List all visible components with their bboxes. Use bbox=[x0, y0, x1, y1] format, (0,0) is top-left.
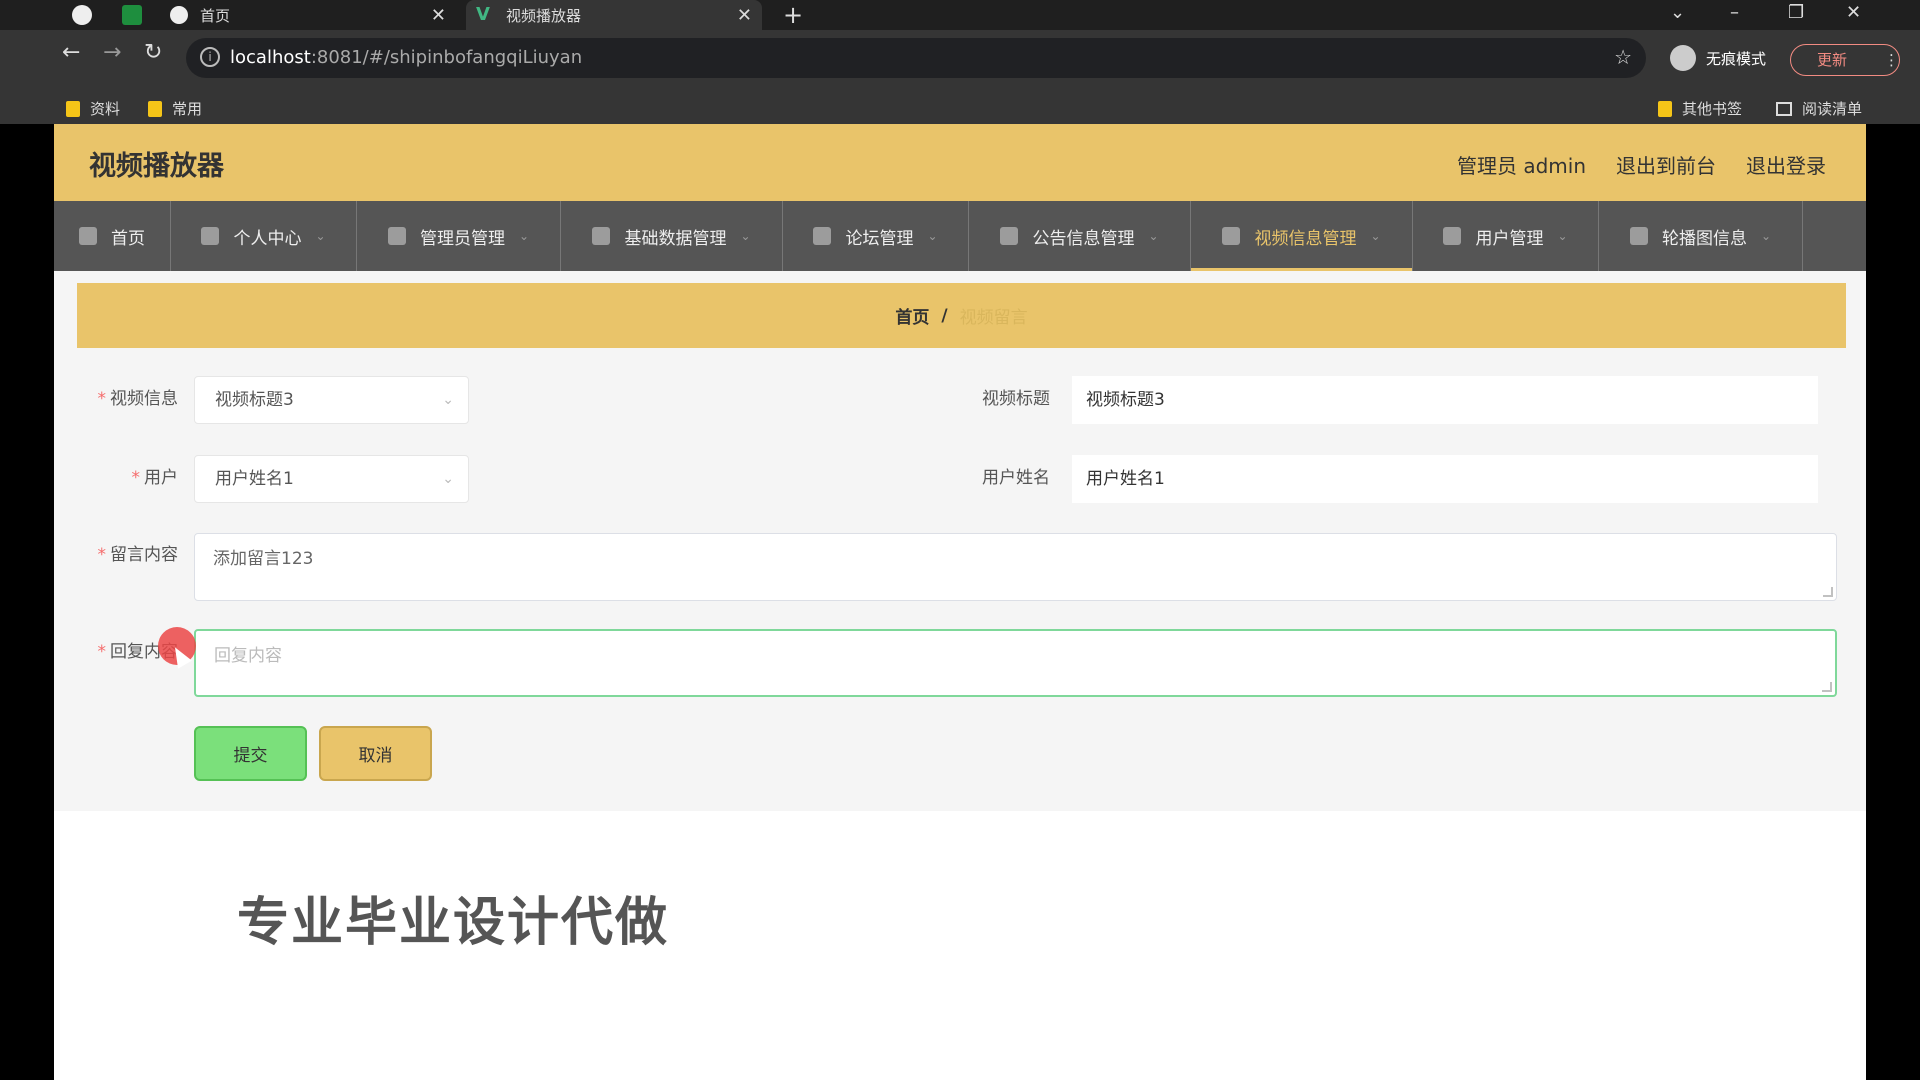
tab-search-icon[interactable]: ⌄ bbox=[1670, 2, 1685, 23]
reload-icon[interactable]: ↻ bbox=[144, 40, 162, 65]
browser-address-bar: ← → ↻ i localhost:8081/#/shipinbofangqiL… bbox=[0, 30, 1920, 90]
folder-icon bbox=[1658, 100, 1672, 117]
tab-video-player[interactable]: V 视频播放器 ✕ bbox=[466, 0, 762, 30]
tab-video-player-title: 视频播放器 bbox=[506, 6, 582, 25]
chevron-down-icon: ⌄ bbox=[740, 229, 751, 243]
restore-icon[interactable]: ❐ bbox=[1788, 2, 1804, 23]
user-name-field[interactable]: 用户姓名1 bbox=[1072, 455, 1818, 503]
url-input[interactable]: i localhost:8081/#/shipinbofangqiLiuyan … bbox=[186, 38, 1646, 78]
back-icon[interactable]: ← bbox=[62, 40, 80, 65]
video-info-label: * 视频信息 bbox=[97, 389, 179, 409]
menu-item-home[interactable]: 首页 bbox=[54, 201, 171, 271]
cancel-button[interactable]: 取消 bbox=[319, 726, 432, 781]
content-area: 首页 / 视频留言 * 视频信息 视频标题3 ⌄ 视频标题 视频标题3 * 用户 用… bbox=[54, 271, 1866, 811]
chevron-down-icon: ⌄ bbox=[442, 392, 454, 408]
app-header: 视频播放器 管理员 admin 退出到前台 退出登录 bbox=[54, 124, 1866, 201]
incognito-indicator[interactable]: 无痕模式 bbox=[1670, 45, 1766, 71]
menu-item-carousel[interactable]: 轮播图信息 ⌄ bbox=[1599, 201, 1803, 271]
reading-list[interactable]: 阅读清单 bbox=[1776, 98, 1862, 119]
message-textarea[interactable]: 添加留言123 bbox=[194, 533, 1837, 601]
menu-item-videos[interactable]: 视频信息管理 ⌄ bbox=[1191, 201, 1413, 271]
mic-icon bbox=[813, 227, 832, 245]
resize-grip-icon[interactable] bbox=[1823, 587, 1833, 597]
chevron-down-icon: ⌄ bbox=[518, 229, 530, 243]
chevron-down-icon: ⌄ bbox=[1370, 229, 1381, 243]
grid-icon bbox=[592, 227, 611, 245]
video-title-label: 视频标题 bbox=[982, 389, 1050, 409]
update-button[interactable]: 更新 ⋮ bbox=[1790, 44, 1900, 76]
folder-icon bbox=[148, 100, 162, 117]
video-info-select[interactable]: 视频标题3 ⌄ bbox=[194, 376, 469, 424]
header-links: 管理员 admin 退出到前台 退出登录 bbox=[1457, 150, 1826, 179]
globe-icon bbox=[170, 6, 188, 24]
chevron-down-icon: ⌄ bbox=[1557, 229, 1568, 243]
user-name-label: 用户姓名 bbox=[982, 468, 1050, 488]
admin-user-label: 管理员 admin bbox=[1456, 154, 1586, 178]
close-icon[interactable]: ✕ bbox=[431, 5, 446, 26]
frame-icon bbox=[1000, 227, 1019, 245]
incognito-label: 无痕模式 bbox=[1706, 49, 1767, 68]
logout-link[interactable]: 退出登录 bbox=[1746, 150, 1826, 179]
back-to-frontend-link[interactable]: 退出到前台 bbox=[1616, 150, 1716, 179]
browser-tab-bar: 首页 ✕ V 视频播放器 ✕ + ⌄ – ❐ ✕ bbox=[0, 0, 1920, 30]
briefcase-icon bbox=[1443, 227, 1462, 245]
close-icon[interactable]: ✕ bbox=[737, 5, 752, 26]
chevron-down-icon: ⌄ bbox=[315, 229, 326, 243]
user-icon bbox=[201, 227, 220, 245]
resize-grip-icon[interactable] bbox=[1822, 682, 1832, 692]
menu-item-admins[interactable]: 管理员管理 ⌄ bbox=[357, 201, 561, 271]
main-menu: 首页 个人中心 ⌄ 管理员管理 ⌄ 基础数据管理 ⌄ 论坛管理 ⌄ 公告信息管理… bbox=[54, 201, 1866, 271]
breadcrumb-current: 视频留言 bbox=[959, 308, 1028, 328]
reading-list-icon bbox=[1776, 101, 1792, 116]
tab-home[interactable]: 首页 ✕ bbox=[160, 0, 456, 30]
user-label: * 用户 bbox=[131, 468, 179, 488]
incognito-icon bbox=[1670, 45, 1696, 71]
chevron-down-icon: ⌄ bbox=[1148, 229, 1159, 243]
forward-icon[interactable]: → bbox=[103, 40, 121, 65]
video-title-field[interactable]: 视频标题3 bbox=[1072, 376, 1818, 424]
watermark-text: 专业毕业设计代做 bbox=[237, 893, 670, 953]
browser-app-icon[interactable] bbox=[72, 5, 92, 25]
url-text: localhost:8081/#/shipinbofangqiLiuyan bbox=[230, 47, 583, 68]
home-icon bbox=[79, 227, 97, 245]
bookmark-star-icon[interactable]: ☆ bbox=[1614, 45, 1632, 69]
chevron-down-icon: ⌄ bbox=[927, 229, 938, 243]
breadcrumb-separator: / bbox=[941, 305, 948, 326]
bookmarks-bar: 资料 常用 其他书签 阅读清单 bbox=[0, 90, 1920, 124]
tab-home-title: 首页 bbox=[200, 6, 231, 25]
submit-button[interactable]: 提交 bbox=[194, 726, 307, 781]
menu-item-users[interactable]: 用户管理 ⌄ bbox=[1413, 201, 1599, 271]
clock-icon bbox=[1629, 227, 1648, 245]
doc-icon bbox=[387, 227, 406, 245]
bookmark-folder-ziliao[interactable]: 资料 bbox=[66, 98, 120, 119]
sheets-tab-icon[interactable] bbox=[122, 5, 142, 25]
info-icon[interactable]: i bbox=[200, 47, 220, 67]
bookmark-folder-other[interactable]: 其他书签 bbox=[1658, 98, 1742, 119]
menu-item-notices[interactable]: 公告信息管理 ⌄ bbox=[969, 201, 1191, 271]
menu-item-profile[interactable]: 个人中心 ⌄ bbox=[171, 201, 357, 271]
folder-icon bbox=[66, 100, 80, 117]
menu-item-forum[interactable]: 论坛管理 ⌄ bbox=[783, 201, 969, 271]
page-viewport: 视频播放器 管理员 admin 退出到前台 退出登录 首页 个人中心 ⌄ 管理员… bbox=[54, 124, 1866, 1080]
minimize-icon[interactable]: – bbox=[1730, 2, 1739, 23]
chevron-down-icon: ⌄ bbox=[1760, 229, 1772, 243]
breadcrumb: 首页 / 视频留言 bbox=[77, 283, 1846, 348]
chevron-down-icon: ⌄ bbox=[442, 471, 454, 487]
app-title: 视频播放器 bbox=[89, 151, 224, 182]
new-tab-icon[interactable]: + bbox=[783, 1, 803, 29]
breadcrumb-home[interactable]: 首页 bbox=[895, 303, 929, 328]
window-close-icon[interactable]: ✕ bbox=[1846, 2, 1861, 23]
reply-textarea[interactable]: 回复内容 bbox=[194, 629, 1837, 697]
menu-item-base-data[interactable]: 基础数据管理 ⌄ bbox=[561, 201, 783, 271]
comment-icon bbox=[1222, 227, 1241, 245]
user-select[interactable]: 用户姓名1 ⌄ bbox=[194, 455, 469, 503]
vue-icon: V bbox=[476, 4, 490, 25]
more-menu-icon[interactable]: ⋮ bbox=[1884, 45, 1899, 75]
message-label: * 留言内容 bbox=[97, 545, 179, 565]
bookmark-folder-changyong[interactable]: 常用 bbox=[148, 98, 202, 119]
